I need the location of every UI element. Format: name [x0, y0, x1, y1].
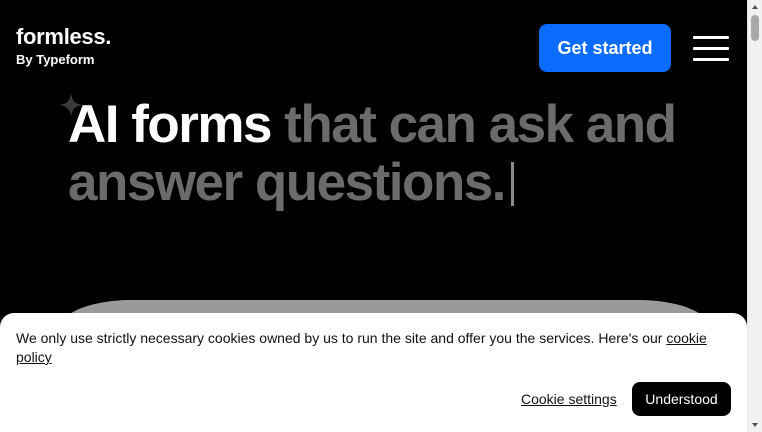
menu-bar: [693, 36, 729, 39]
menu-bar: [693, 58, 729, 61]
understood-button[interactable]: Understood: [632, 382, 731, 416]
hero-headline: AI forms that can ask and answer questio…: [68, 96, 708, 212]
formless-logo[interactable]: formless. By Typeform: [16, 24, 111, 68]
vertical-scrollbar[interactable]: [747, 0, 762, 432]
cookie-settings-button[interactable]: Cookie settings: [521, 390, 617, 409]
cookie-banner: We only use strictly necessary cookies o…: [0, 313, 747, 432]
hamburger-menu-icon[interactable]: [693, 36, 729, 62]
logo-wordmark: formless.: [16, 24, 112, 49]
typing-caret: [510, 162, 514, 206]
cookie-message: We only use strictly necessary cookies o…: [16, 329, 716, 367]
scroll-down-arrow-icon[interactable]: [752, 423, 758, 427]
get-started-button[interactable]: Get started: [539, 24, 671, 72]
logo-byline: By Typeform: [16, 52, 95, 67]
hero-highlight: AI forms: [68, 95, 272, 154]
cookie-message-text: We only use strictly necessary cookies o…: [16, 330, 667, 346]
scroll-up-arrow-icon[interactable]: [752, 5, 758, 9]
menu-bar: [693, 47, 729, 50]
page: formless. By Typeform Get started AI for…: [0, 0, 747, 432]
scroll-thumb[interactable]: [751, 15, 759, 41]
